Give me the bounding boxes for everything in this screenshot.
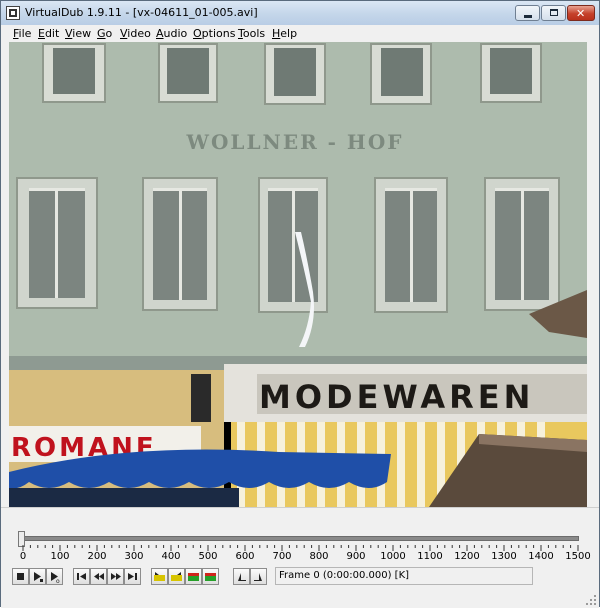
tick-label: 500	[198, 551, 218, 562]
store-sign: MODEWAREN	[259, 378, 534, 416]
next-scene-icon	[205, 573, 216, 581]
play-input-button[interactable]	[29, 568, 46, 585]
tick-label: 600	[235, 551, 255, 562]
mark-out-button[interactable]	[250, 568, 267, 585]
title-bar[interactable]: VirtualDub 1.9.11 - [vx-04611_01-005.avi…	[1, 1, 599, 26]
back-button[interactable]	[90, 568, 107, 585]
menu-tools[interactable]: Tools	[238, 27, 265, 40]
tick-label: 900	[346, 551, 366, 562]
app-window: VirtualDub 1.9.11 - [vx-04611_01-005.avi…	[0, 0, 600, 608]
close-button[interactable]: ✕	[567, 5, 595, 21]
mark-in-button[interactable]	[233, 568, 250, 585]
close-icon: ✕	[576, 7, 586, 20]
mark-out-icon	[254, 573, 262, 581]
facade-sign: WOLLNER - HOF	[186, 130, 404, 154]
menu-view[interactable]: View	[65, 27, 91, 40]
next-scene-button[interactable]	[202, 568, 219, 585]
frame-status: Frame 0 (0:00:00.000) [K]	[275, 567, 533, 585]
minimize-icon	[524, 15, 532, 18]
menu-options[interactable]: Options	[193, 27, 235, 40]
menu-go[interactable]: Go	[97, 27, 112, 40]
video-frame: WOLLNER - HOF ROMANE MODEWAREN	[9, 42, 587, 507]
prev-scene-button[interactable]	[185, 568, 202, 585]
next-keyframe-icon	[171, 572, 182, 581]
tick-label: 1100	[417, 551, 443, 562]
play-input-icon	[34, 572, 43, 582]
prev-keyframe-icon	[154, 572, 165, 581]
tick-label: 400	[161, 551, 181, 562]
tick-label: 1400	[528, 551, 554, 562]
maximize-icon	[550, 9, 558, 16]
start-button[interactable]	[73, 568, 90, 585]
menu-audio[interactable]: Audio	[156, 27, 187, 40]
position-slider-track[interactable]	[21, 536, 579, 541]
tick-label: 0	[19, 551, 27, 562]
app-icon[interactable]	[6, 6, 20, 20]
menu-bar: File Edit View Go Video Audio Options To…	[1, 25, 599, 42]
tick-label: 1000	[380, 551, 406, 562]
prev-scene-icon	[188, 573, 199, 581]
mark-in-icon	[238, 573, 246, 581]
menu-file[interactable]: File	[13, 27, 31, 40]
maximize-button[interactable]	[541, 5, 566, 21]
start-icon	[77, 573, 86, 580]
tick-label: 300	[124, 551, 144, 562]
menu-edit[interactable]: Edit	[38, 27, 59, 40]
menu-help[interactable]: Help	[272, 27, 297, 40]
video-pane[interactable]: WOLLNER - HOF ROMANE MODEWAREN	[9, 42, 587, 507]
tick-label: 1200	[454, 551, 480, 562]
menu-video[interactable]: Video	[120, 27, 151, 40]
tick-label: 800	[309, 551, 329, 562]
tick-label: 1300	[491, 551, 517, 562]
end-icon	[128, 573, 137, 580]
stop-icon	[17, 573, 24, 580]
forward-icon	[111, 573, 121, 580]
end-button[interactable]	[124, 568, 141, 585]
play-output-button[interactable]: o	[46, 568, 63, 585]
prev-keyframe-button[interactable]	[151, 568, 168, 585]
timeline-panel: 0 100 200 300 400 500 600 700 800 900 1000 1100 1200…	[1, 507, 599, 608]
play-output-icon: o	[51, 572, 60, 584]
tick-label: 1500	[565, 551, 591, 562]
tick-label: 700	[272, 551, 292, 562]
stop-button[interactable]	[12, 568, 29, 585]
svg-text:o: o	[56, 578, 60, 584]
window-title: VirtualDub 1.9.11 - [vx-04611_01-005.avi…	[25, 6, 258, 19]
next-keyframe-button[interactable]	[168, 568, 185, 585]
back-icon	[94, 573, 104, 580]
resize-grip-icon[interactable]	[585, 594, 597, 606]
tick-label: 200	[87, 551, 107, 562]
minimize-button[interactable]	[515, 5, 540, 21]
tick-label: 100	[50, 551, 70, 562]
forward-button[interactable]	[107, 568, 124, 585]
